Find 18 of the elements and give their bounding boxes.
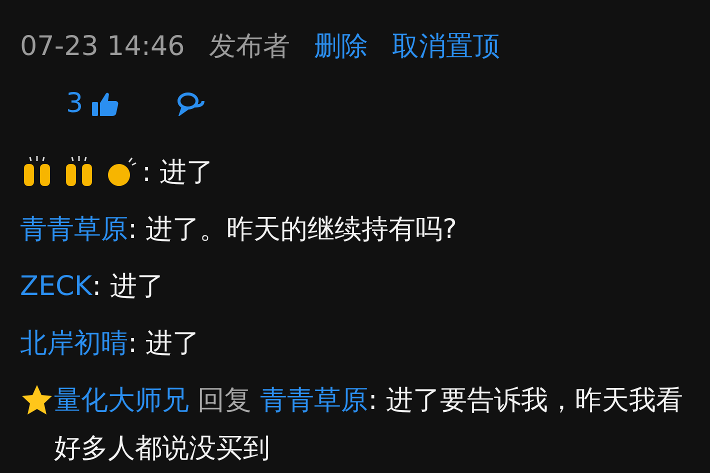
reply-target[interactable]: 青青草原 [260,385,368,416]
action-link[interactable]: 取消置顶 [392,26,500,68]
comment-text: ZECK: 进了 [20,270,165,304]
comment-author[interactable]: 量化大师兄 [54,385,189,416]
comment-text: 北岸初晴: 进了 [20,327,201,361]
comment-author[interactable]: 北岸初晴 [20,328,128,359]
comment-author[interactable]: 青青草原 [20,214,128,245]
comment-icon[interactable] [177,92,206,116]
comment-author[interactable]: ZECK [20,271,92,302]
like-button[interactable]: 3 [66,84,120,124]
author-label: 发布者 [208,30,290,64]
post-time: 07-23 14:46 [20,30,185,64]
thumbs-up-icon [91,91,120,117]
action-link[interactable]: 删除 [314,26,368,68]
comment-text: 量化大师兄 回复 青青草原: 进了要告诉我，昨天我看好多人都说没买到 [54,384,684,466]
star-icon [20,384,54,416]
comment-text: : 进了 [142,156,215,190]
comment-text: 青青草原: 进了。昨天的继续持有吗? [20,213,458,247]
